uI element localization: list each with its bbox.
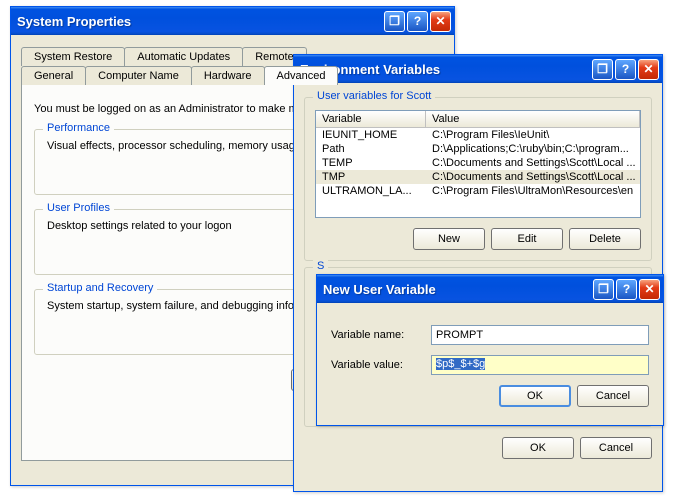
group-label-user-vars: User variables for Scott <box>313 90 435 102</box>
tab-general[interactable]: General <box>21 66 86 85</box>
tab-hardware[interactable]: Hardware <box>191 66 265 85</box>
variable-name-input[interactable] <box>431 325 649 345</box>
cancel-button[interactable]: Cancel <box>577 385 649 407</box>
help-icon: ? <box>414 14 421 28</box>
close-icon: ✕ <box>435 14 445 28</box>
maximize-icon: ❐ <box>597 62 608 76</box>
new-button[interactable]: New <box>413 228 485 250</box>
new-user-variable-window: New User Variable ❐ ? ✕ Variable name: V… <box>316 274 664 426</box>
close-button[interactable]: ✕ <box>638 59 659 80</box>
maximize-button[interactable]: ❐ <box>592 59 613 80</box>
help-button[interactable]: ? <box>407 11 428 32</box>
ok-button[interactable]: OK <box>502 437 574 459</box>
list-row[interactable]: ULTRAMON_LA...C:\Program Files\UltraMon\… <box>316 184 640 198</box>
window-title: New User Variable <box>323 282 593 297</box>
titlebar-newvar[interactable]: New User Variable ❐ ? ✕ <box>317 275 663 303</box>
variable-name-label: Variable name: <box>331 329 431 341</box>
window-title: Environment Variables <box>300 62 592 77</box>
close-icon: ✕ <box>643 62 653 76</box>
maximize-icon: ❐ <box>598 282 609 296</box>
list-row[interactable]: IEUNIT_HOMEC:\Program Files\IeUnit\ <box>316 128 640 142</box>
close-icon: ✕ <box>644 282 654 296</box>
edit-button[interactable]: Edit <box>491 228 563 250</box>
titlebar-envvars[interactable]: Environment Variables ❐ ? ✕ <box>294 55 662 83</box>
help-icon: ? <box>622 62 629 76</box>
group-user-variables: User variables for Scott Variable Value … <box>304 97 652 261</box>
variable-value-label: Variable value: <box>331 359 431 371</box>
maximize-icon: ❐ <box>389 14 400 28</box>
ok-button[interactable]: OK <box>499 385 571 407</box>
list-row[interactable]: TEMPC:\Documents and Settings\Scott\Loca… <box>316 156 640 170</box>
help-button[interactable]: ? <box>615 59 636 80</box>
close-button[interactable]: ✕ <box>430 11 451 32</box>
group-label-profiles: User Profiles <box>43 202 114 214</box>
tab-automatic-updates[interactable]: Automatic Updates <box>124 47 243 66</box>
list-row[interactable]: PathD:\Applications;C:\ruby\bin;C:\progr… <box>316 142 640 156</box>
tab-computer-name[interactable]: Computer Name <box>85 66 192 85</box>
group-label-startup: Startup and Recovery <box>43 282 157 294</box>
help-button[interactable]: ? <box>616 279 637 300</box>
tab-system-restore[interactable]: System Restore <box>21 47 125 66</box>
maximize-button[interactable]: ❐ <box>384 11 405 32</box>
close-button[interactable]: ✕ <box>639 279 660 300</box>
maximize-button[interactable]: ❐ <box>593 279 614 300</box>
column-header-variable[interactable]: Variable <box>316 111 426 127</box>
group-label-performance: Performance <box>43 122 114 134</box>
environment-variables-window: Environment Variables ❐ ? ✕ User variabl… <box>293 54 663 492</box>
tab-advanced[interactable]: Advanced <box>264 66 339 85</box>
group-label-system-vars: S <box>313 260 328 272</box>
help-icon: ? <box>623 282 630 296</box>
window-title: System Properties <box>17 14 384 29</box>
column-header-value[interactable]: Value <box>426 111 640 127</box>
cancel-button[interactable]: Cancel <box>580 437 652 459</box>
titlebar-sysprops[interactable]: System Properties ❐ ? ✕ <box>11 7 454 35</box>
list-row-selected[interactable]: TMPC:\Documents and Settings\Scott\Local… <box>316 170 640 184</box>
variable-value-input[interactable]: $p$_$+$g <box>431 355 649 375</box>
user-variables-list[interactable]: Variable Value IEUNIT_HOMEC:\Program Fil… <box>315 110 641 218</box>
delete-button[interactable]: Delete <box>569 228 641 250</box>
